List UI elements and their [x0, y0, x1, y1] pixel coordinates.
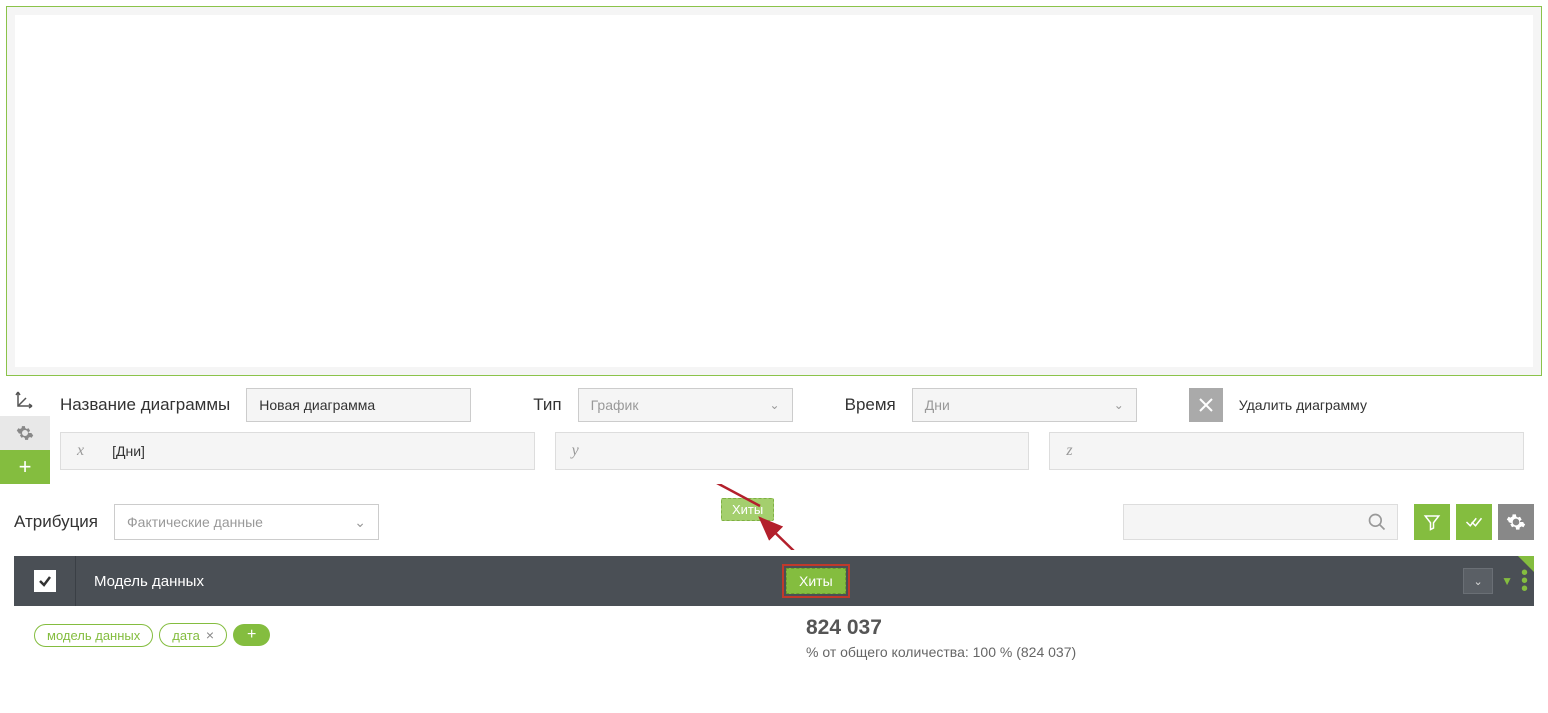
- left-controls: +: [0, 382, 50, 484]
- select-all-checkbox[interactable]: [14, 556, 76, 606]
- tags-cell: модель данных дата × +: [14, 610, 784, 660]
- chart-canvas[interactable]: [15, 15, 1533, 367]
- expand-chevron-icon[interactable]: ▼: [1501, 574, 1513, 588]
- tag-model[interactable]: модель данных: [34, 624, 153, 647]
- hits-column-header[interactable]: Хиты: [786, 568, 846, 594]
- chart-config-row: + Название диаграммы Тип График ⌄ Время …: [0, 382, 1534, 484]
- chart-time-value: Дни: [925, 397, 950, 413]
- add-chart-button[interactable]: +: [0, 450, 50, 484]
- tag-model-label: модель данных: [47, 628, 140, 643]
- double-check-icon: [1464, 513, 1484, 531]
- hits-count: 824 037: [806, 616, 1534, 640]
- gear-icon: [1506, 512, 1526, 532]
- chart-title-label: Название диаграммы: [60, 395, 230, 415]
- tag-date-remove[interactable]: ×: [206, 627, 214, 643]
- check-icon: [38, 574, 52, 588]
- check-all-button[interactable]: [1456, 504, 1492, 540]
- y-axis-letter: y: [572, 442, 579, 460]
- y-axis-input[interactable]: y: [555, 432, 1030, 470]
- chevron-down-icon: ⌄: [1114, 398, 1124, 412]
- gear-icon[interactable]: [0, 416, 50, 450]
- attribution-select[interactable]: Фактические данные ⌄: [114, 504, 379, 540]
- x-axis-input[interactable]: x [Дни]: [60, 432, 535, 470]
- add-tag-button[interactable]: +: [233, 624, 270, 646]
- search-input[interactable]: [1123, 504, 1398, 540]
- chart-canvas-area: [6, 6, 1542, 376]
- axes-svg: [14, 388, 36, 410]
- header-column-select[interactable]: ⌄: [1463, 568, 1493, 594]
- attribution-row: Атрибуция Фактические данные ⌄ Хиты: [0, 484, 1548, 550]
- chart-type-label: Тип: [533, 395, 561, 415]
- delete-chart-button[interactable]: [1189, 388, 1223, 422]
- hits-column-header-highlight: Хиты: [782, 564, 850, 598]
- chart-type-select[interactable]: График ⌄: [578, 388, 793, 422]
- z-axis-input[interactable]: z: [1049, 432, 1524, 470]
- delete-chart-label: Удалить диаграмму: [1239, 397, 1367, 413]
- x-axis-letter: x: [77, 442, 84, 460]
- chart-type-value: График: [591, 397, 639, 413]
- chart-time-select[interactable]: Дни ⌄: [912, 388, 1137, 422]
- settings-button[interactable]: [1498, 504, 1534, 540]
- hits-percent-text: % от общего количества: 100 % (824 037): [806, 644, 1534, 660]
- filter-icon: [1423, 513, 1441, 531]
- chart-title-input[interactable]: [246, 388, 471, 422]
- hits-drag-chip[interactable]: Хиты: [721, 498, 774, 521]
- table-header: Модель данных Хиты ⌄ ▼ •••: [14, 556, 1534, 606]
- x-axis-value: [Дни]: [112, 443, 145, 459]
- chevron-down-icon: ⌄: [354, 514, 366, 531]
- chevron-down-icon: ⌄: [770, 398, 780, 412]
- tag-date-label: дата: [172, 628, 200, 643]
- add-column-corner[interactable]: [1518, 556, 1534, 572]
- tag-date[interactable]: дата ×: [159, 623, 227, 647]
- axes-icon[interactable]: [0, 382, 50, 416]
- attribution-label: Атрибуция: [14, 512, 98, 532]
- data-row: модель данных дата × + 824 037 % от обще…: [14, 610, 1534, 660]
- chart-time-label: Время: [845, 395, 896, 415]
- close-icon: [1198, 397, 1214, 413]
- search-icon: [1367, 512, 1387, 532]
- z-axis-letter: z: [1066, 442, 1072, 460]
- more-options-button[interactable]: •••: [1521, 570, 1528, 592]
- value-cell: 824 037 % от общего количества: 100 % (8…: [784, 610, 1534, 660]
- gear-svg: [16, 424, 34, 442]
- filter-button[interactable]: [1414, 504, 1450, 540]
- attribution-value: Фактические данные: [127, 514, 263, 530]
